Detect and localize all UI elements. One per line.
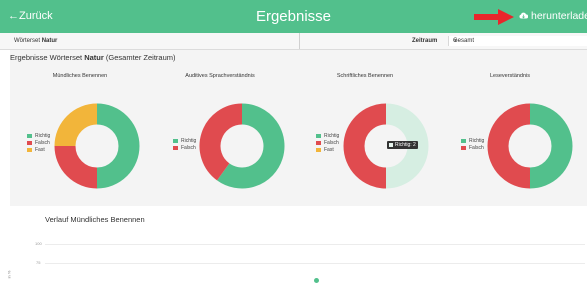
wortset-filter[interactable]: Wörterset Natur xyxy=(14,38,57,44)
gridline-75 xyxy=(45,263,585,264)
slice-falsch[interactable] xyxy=(343,103,387,189)
legend-item-fast[interactable]: Fast xyxy=(316,147,339,154)
legend-swatch xyxy=(27,147,32,152)
legend-label: Falsch xyxy=(324,140,339,146)
filter-bar: Wörterset Natur Zeitraum Gesamt ▼ xyxy=(0,33,587,50)
slice-falsch[interactable] xyxy=(54,145,98,189)
legend-label: Fast xyxy=(35,147,45,153)
results-title-set: Natur xyxy=(84,53,104,62)
legend-swatch xyxy=(173,145,178,150)
legend-lese: Richtig Falsch xyxy=(461,138,484,152)
chart-title-auditiv: Auditives Sprachverständnis xyxy=(185,73,255,79)
verlauf-title: Verlauf Mündliches Benennen xyxy=(45,215,145,224)
results-title-prefix: Ergebnisse Wörterset xyxy=(10,53,83,62)
chart-title-lese: Leseverständnis xyxy=(489,73,531,79)
legend-swatch xyxy=(461,145,466,150)
legend-item-richtig[interactable]: Richtig xyxy=(27,133,50,140)
legend-label: Falsch xyxy=(181,145,196,151)
zeitraum-select[interactable]: Gesamt ▼ xyxy=(448,36,587,46)
download-button[interactable]: herunterladen xyxy=(519,10,587,22)
legend-item-falsch[interactable]: Falsch xyxy=(27,140,50,147)
results-title: Ergebnisse Wörterset Natur (Gesamter Zei… xyxy=(10,53,176,62)
donut-chart-auditiv[interactable] xyxy=(199,103,285,189)
legend-item-richtig[interactable]: Richtig xyxy=(461,138,484,145)
legend-muendlich: Richtig Falsch Fast xyxy=(27,133,50,154)
top-bar: ←Zurück Ergebnisse herunterladen xyxy=(0,0,587,33)
wortset-value: Natur xyxy=(41,38,58,44)
legend-swatch xyxy=(316,147,321,152)
ytick-75: 75 xyxy=(36,260,41,265)
chevron-down-icon: ▼ xyxy=(453,38,458,44)
chart-title-muendlich: Mündliches Benennen xyxy=(52,73,108,79)
red-arrow-icon xyxy=(474,9,514,25)
legend-label: Richtig xyxy=(469,138,485,144)
legend-label: Falsch xyxy=(469,145,484,151)
legend-label: Richtig xyxy=(35,133,51,139)
slice-falsch[interactable] xyxy=(199,103,243,181)
legend-auditiv: Richtig Falsch xyxy=(173,138,196,152)
chart-tooltip: Richtig: 2 xyxy=(387,141,418,149)
legend-item-richtig[interactable]: Richtig xyxy=(173,138,196,145)
wortset-label: Wörterset xyxy=(14,38,41,44)
donut-chart-lese[interactable] xyxy=(487,103,573,189)
legend-swatch xyxy=(173,138,178,143)
legend-swatch xyxy=(27,133,32,138)
legend-swatch xyxy=(316,133,321,138)
filter-divider xyxy=(299,33,300,49)
cloud-download-icon xyxy=(519,12,528,19)
legend-schriftlich: Richtig Falsch Fast xyxy=(316,133,339,154)
tooltip-swatch xyxy=(389,142,393,147)
legend-item-richtig[interactable]: Richtig xyxy=(316,133,339,140)
legend-label: Fast xyxy=(324,147,334,153)
legend-item-falsch[interactable]: Falsch xyxy=(173,145,196,152)
slice-fast[interactable] xyxy=(54,103,98,147)
legend-label: Richtig xyxy=(181,138,197,144)
legend-swatch xyxy=(316,140,321,145)
legend-label: Falsch xyxy=(35,140,50,146)
zeitraum-label: Zeitraum xyxy=(412,38,438,44)
tooltip-text: Richtig: 2 xyxy=(395,142,416,148)
legend-item-fast[interactable]: Fast xyxy=(27,147,50,154)
y-axis-label: in % xyxy=(6,270,12,279)
chart-title-schriftlich: Schriftliches Benennen xyxy=(336,73,394,79)
data-point[interactable] xyxy=(314,278,319,283)
slice-richtig[interactable] xyxy=(529,103,573,189)
download-label: herunterladen xyxy=(531,10,587,22)
slice-richtig[interactable] xyxy=(96,103,140,189)
legend-item-falsch[interactable]: Falsch xyxy=(461,145,484,152)
gridline-100 xyxy=(45,244,585,245)
slice-falsch[interactable] xyxy=(487,103,531,189)
donut-chart-muendlich[interactable] xyxy=(54,103,140,189)
legend-swatch xyxy=(461,138,466,143)
legend-item-falsch[interactable]: Falsch xyxy=(316,140,339,147)
legend-label: Richtig xyxy=(324,133,340,139)
legend-swatch xyxy=(27,140,32,145)
results-title-suffix: (Gesamter Zeitraum) xyxy=(105,53,176,62)
ytick-100: 100 xyxy=(35,241,42,246)
